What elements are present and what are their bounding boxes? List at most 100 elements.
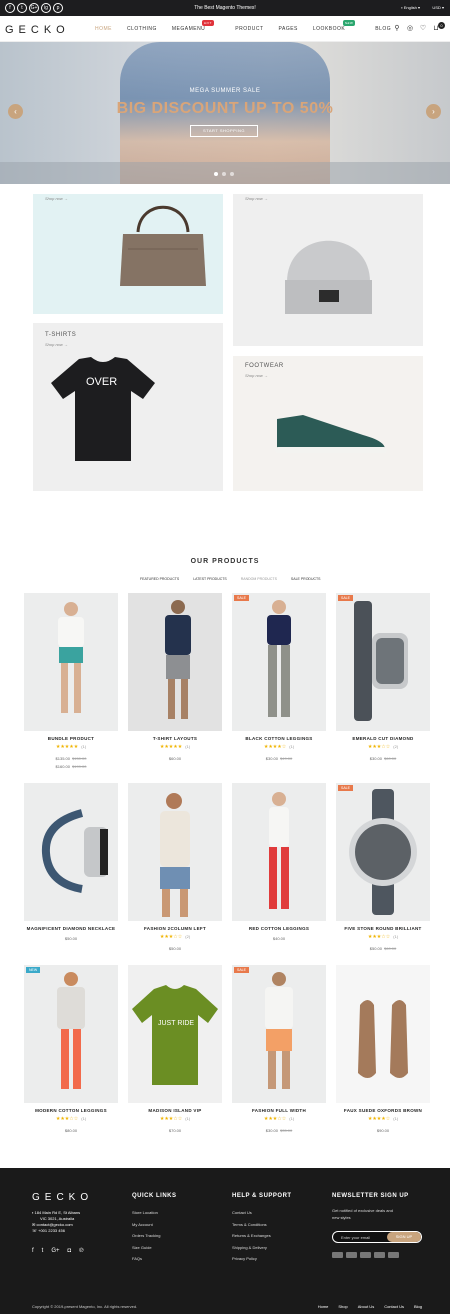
tab-latest[interactable]: LATEST PRODUCTS xyxy=(193,577,227,581)
product-name[interactable]: FASHION 2COLUMN LEFT xyxy=(128,926,222,931)
nav-home[interactable]: HOME xyxy=(95,26,112,32)
footer-logo[interactable]: GECKO xyxy=(32,1192,93,1203)
shop-now-link[interactable]: Shop now → xyxy=(45,196,68,201)
product-image[interactable] xyxy=(24,783,118,921)
footer-link-about[interactable]: About Us xyxy=(358,1304,374,1309)
shop-now-link[interactable]: Shop now → xyxy=(245,196,268,201)
footer-link-blog[interactable]: Blog xyxy=(414,1304,422,1309)
product-image[interactable]: JUST RIDE xyxy=(128,965,222,1103)
google-plus-icon[interactable]: G+ xyxy=(51,1248,59,1254)
product-name[interactable]: MODERN COTTON LEGGINGS xyxy=(24,1108,118,1113)
pinterest-icon[interactable]: ℗ xyxy=(79,1248,83,1254)
product-name[interactable]: FASHION FULL WIDTH xyxy=(232,1108,326,1113)
footer-link[interactable]: My Account xyxy=(132,1219,177,1231)
product-name[interactable]: MAGNIFICENT DIAMOND NECKLACE xyxy=(24,926,118,931)
product-name[interactable]: FAUX SUEDE OXFORDS BROWN xyxy=(336,1108,430,1113)
footer-link-contact[interactable]: Contact Us xyxy=(384,1304,404,1309)
footer-link[interactable]: Contact Us xyxy=(232,1207,292,1219)
footer-link[interactable]: Store Location xyxy=(132,1207,177,1219)
category-banner-footwear[interactable]: FOOTWEAR Shop now → xyxy=(233,356,423,491)
watch-image xyxy=(41,809,108,893)
shop-now-link[interactable]: Shop now → xyxy=(45,342,68,347)
wishlist-icon[interactable]: ♡ xyxy=(419,25,427,33)
product-image[interactable]: NEW xyxy=(24,965,118,1103)
product-image[interactable] xyxy=(128,783,222,921)
logo[interactable]: GECKO xyxy=(5,24,70,36)
product-image[interactable] xyxy=(24,593,118,731)
model-image xyxy=(165,600,191,719)
nav-clothing[interactable]: CLOTHING xyxy=(127,26,157,32)
category-banner-tshirts[interactable]: T-SHIRTS Shop now → OVER xyxy=(33,323,223,491)
product-image[interactable]: SALE xyxy=(336,593,430,731)
start-shopping-button[interactable]: START SHOPPING xyxy=(190,125,258,137)
price: $50.00 xyxy=(369,946,382,951)
slider-dot[interactable] xyxy=(214,172,218,176)
nav-blog[interactable]: BLOG xyxy=(375,26,391,32)
nav-product[interactable]: PRODUCT xyxy=(235,26,263,32)
footer-link[interactable]: FAQs xyxy=(132,1253,177,1265)
search-icon[interactable]: ⚲ xyxy=(393,25,401,33)
slider-dot[interactable] xyxy=(222,172,226,176)
review-count: (1) xyxy=(81,1116,87,1121)
newsletter-email-field[interactable]: Enter your email SIGN UP xyxy=(332,1231,422,1243)
category-title: FOOTWEAR xyxy=(245,363,284,369)
model-image xyxy=(269,792,289,909)
language-select[interactable]: ▪ English ▾ xyxy=(401,5,420,10)
facebook-icon[interactable]: f xyxy=(32,1248,34,1254)
product-image[interactable]: SALE xyxy=(232,965,326,1103)
category-banner-bags[interactable]: Shop now → xyxy=(33,194,223,314)
product-name[interactable]: EMERALD CUT DIAMOND xyxy=(336,736,430,741)
prev-slide-button[interactable]: ‹ xyxy=(8,104,23,119)
shop-now-link[interactable]: Shop now → xyxy=(245,373,268,378)
tab-featured[interactable]: FEATURED PRODUCTS xyxy=(140,577,179,581)
language-label: English xyxy=(403,5,417,10)
signup-button[interactable]: SIGN UP xyxy=(387,1232,421,1242)
product-name[interactable]: BUNDLE PRODUCT xyxy=(24,736,118,741)
product-name[interactable]: RED COTTON LEGGINGS xyxy=(232,926,326,931)
nav-megamenu[interactable]: MEGAMENU HOT xyxy=(172,20,220,32)
footer-link[interactable]: Shipping & Delivery xyxy=(232,1242,292,1254)
category-banner-hats[interactable]: Shop now → xyxy=(233,194,423,346)
product-name[interactable]: BLACK COTTON LEGGINGS xyxy=(232,736,326,741)
account-icon[interactable]: ◎ xyxy=(406,25,414,33)
footer-contact: ▪ 184 Main Rd E, St Albans VIC 3021, Aus… xyxy=(32,1210,80,1234)
old-price: $60.00 xyxy=(384,946,397,951)
tab-random[interactable]: RANDOM PRODUCTS xyxy=(241,577,277,581)
product-price: $60.00 xyxy=(128,756,222,761)
footer-link[interactable]: Privacy Policy xyxy=(232,1253,292,1265)
footer-link[interactable]: Returns & Exchanges xyxy=(232,1230,292,1242)
product-image[interactable]: SALE xyxy=(336,783,430,921)
nav-pages[interactable]: PAGES xyxy=(279,26,298,32)
product-name[interactable]: FIVE STONE ROUND BRILLIANT xyxy=(336,926,430,931)
product-price: $50.00 xyxy=(128,946,222,951)
footer-link-home[interactable]: Home xyxy=(318,1304,329,1309)
product-price: $30.00 $35.00 xyxy=(232,1128,326,1133)
footer-link[interactable]: Terms & Conditions xyxy=(232,1219,292,1231)
product-image[interactable] xyxy=(336,965,430,1103)
currency-select[interactable]: USD ▾ xyxy=(432,5,444,10)
product-name[interactable]: MADISON ISLAND VIP xyxy=(128,1108,222,1113)
next-slide-button[interactable]: › xyxy=(426,104,441,119)
product-image[interactable]: SALE xyxy=(232,593,326,731)
category-title: T-SHIRTS xyxy=(45,332,77,338)
product-image[interactable] xyxy=(128,593,222,731)
rating-stars: ★★★☆☆ xyxy=(159,934,183,940)
footer-link[interactable]: Size Guide xyxy=(132,1242,177,1254)
product-price: $40.00 xyxy=(232,936,326,941)
instagram-icon[interactable]: ◘ xyxy=(68,1248,72,1254)
twitter-icon[interactable]: t xyxy=(42,1248,44,1254)
rating-stars: ★★★☆☆ xyxy=(55,1116,79,1122)
tab-sale[interactable]: SALE PRODUCTS xyxy=(291,577,321,581)
product-name[interactable]: T-SHIRT LAYOUTS xyxy=(128,736,222,741)
footer-link-shop[interactable]: Shop xyxy=(338,1304,347,1309)
email-link[interactable]: contact@gecko.com xyxy=(36,1222,72,1227)
rating-stars: ★★★★☆ xyxy=(263,744,287,750)
nav-lookbook[interactable]: LOOKBOOK NEW xyxy=(313,20,360,32)
promo-text: The Best Magento Themes! xyxy=(194,5,256,11)
product-image[interactable] xyxy=(232,783,326,921)
price: $80.00 xyxy=(64,1128,78,1133)
product-price: $135.00 $150.00 xyxy=(24,756,118,761)
new-badge: NEW xyxy=(342,20,356,26)
slider-dot[interactable] xyxy=(230,172,234,176)
footer-link[interactable]: Orders Tracking xyxy=(132,1230,177,1242)
